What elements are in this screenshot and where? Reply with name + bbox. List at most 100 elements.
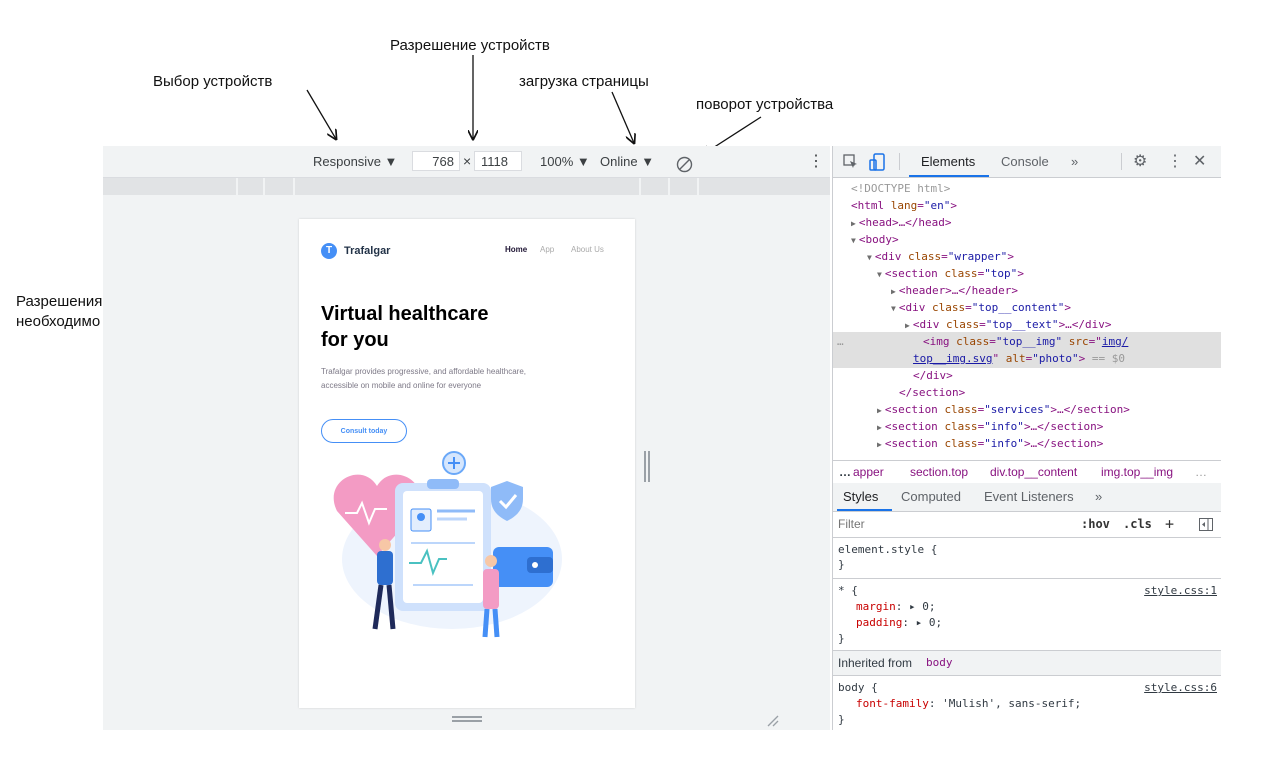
breadcrumb-overflow[interactable]: …	[1195, 461, 1207, 483]
toolbar-divider	[899, 153, 900, 170]
rule-close: }	[838, 558, 845, 571]
emulated-page: T Trafalgar Home App About Us Virtual he…	[299, 219, 635, 708]
dom-node-top-content[interactable]: ▼ <div class="top__content">	[891, 299, 1071, 317]
styles-tab-bar: Styles Computed Event Listeners »	[833, 483, 1221, 512]
dom-node-img-continued[interactable]: top__img.svg" alt="photo"> == $0	[913, 350, 1125, 367]
more-options-icon[interactable]: ⋮	[808, 146, 824, 177]
dom-close-div[interactable]: </div>	[913, 367, 953, 384]
devtools-tab-bar: Elements Console » ⚙ ⋮ ✕	[833, 146, 1221, 178]
breadcrumb-item[interactable]: apper	[853, 461, 884, 483]
device-select[interactable]: Responsive ▼	[313, 146, 397, 177]
rule-source-link[interactable]: style.css:6	[1144, 680, 1217, 696]
device-stage: T Trafalgar Home App About Us Virtual he…	[103, 195, 830, 730]
media-query-segment[interactable]	[699, 178, 830, 195]
breadcrumb: … apper section.top div.top__content img…	[833, 460, 1221, 484]
styles-filter-bar: :hov .cls +	[833, 512, 1221, 538]
rule-declaration[interactable]: padding: ▸ 0;	[856, 615, 942, 631]
dom-node-body[interactable]: ▼ <body>	[851, 231, 899, 249]
dom-close-section[interactable]: </section>	[899, 384, 965, 401]
style-rule-universal: * { style.css:1 margin: ▸ 0; padding: ▸ …	[833, 579, 1221, 651]
healthcare-illustration	[333, 451, 562, 638]
dom-node-section-info[interactable]: ▶ <section class="info">…</section>	[877, 435, 1103, 453]
device-toolbar-icon[interactable]	[869, 153, 885, 171]
resize-handle-right[interactable]	[644, 451, 651, 482]
tab-console[interactable]: Console	[1001, 146, 1049, 177]
zoom-select[interactable]: 100% ▼	[540, 146, 590, 177]
dom-node-wrapper[interactable]: ▼ <div class="wrapper">	[867, 248, 1014, 266]
toggle-sidebar-icon[interactable]	[1199, 518, 1213, 531]
consult-button[interactable]: Consult today	[321, 419, 407, 443]
tab-elements[interactable]: Elements	[921, 146, 975, 177]
dom-node-top-text[interactable]: ▶ <div class="top__text">…</div>	[905, 316, 1112, 334]
rule-selector[interactable]: body {	[838, 680, 878, 696]
devtools-panel: Elements Console » ⚙ ⋮ ✕ <!DOCTYPE html>…	[832, 146, 1221, 730]
resize-handle-bottom[interactable]	[452, 716, 482, 722]
filter-input[interactable]	[838, 515, 1058, 533]
dom-tree: <!DOCTYPE html> <html lang="en"> ▶ <head>…	[833, 178, 1221, 460]
nav-about-us[interactable]: About Us	[571, 245, 604, 254]
rule-declaration[interactable]: margin: ▸ 0;	[856, 599, 936, 615]
arrow-device-select	[306, 89, 336, 139]
media-query-segment[interactable]	[641, 178, 668, 195]
dom-doctype[interactable]: <!DOCTYPE html>	[851, 180, 950, 197]
more-tabs-icon[interactable]: »	[1095, 483, 1102, 511]
tab-styles[interactable]: Styles	[843, 483, 878, 511]
breadcrumb-overflow[interactable]: …	[839, 461, 851, 483]
dom-node-section-info[interactable]: ▶ <section class="info">…</section>	[877, 418, 1103, 436]
new-rule-button[interactable]: +	[1165, 512, 1174, 537]
media-query-segment[interactable]	[238, 178, 263, 195]
rule-declaration[interactable]: font-family: 'Mulish', sans-serif;	[856, 696, 1081, 712]
tab-computed[interactable]: Computed	[901, 483, 961, 511]
close-icon[interactable]: ✕	[1193, 146, 1206, 177]
dom-node-img-selected[interactable]: <img class="top__img" src="img/	[923, 333, 1128, 350]
media-query-segment[interactable]	[670, 178, 697, 195]
style-rule-body: body { style.css:6 font-family: 'Mulish'…	[833, 676, 1221, 730]
media-query-segment[interactable]	[103, 178, 236, 195]
settings-gear-icon[interactable]: ⚙	[1133, 146, 1147, 177]
dom-node-section-services[interactable]: ▶ <section class="services">…</section>	[877, 401, 1130, 419]
rotate-icon[interactable]	[676, 153, 693, 173]
breadcrumb-item-active[interactable]: img.top__img	[1101, 461, 1173, 483]
device-toolbar: Responsive ▼ 768 × 1118 100% ▼ Online ▼ …	[103, 146, 830, 178]
media-query-segment[interactable]	[295, 178, 639, 195]
inherited-from-header: Inherited from body	[833, 651, 1221, 676]
tab-event-listeners[interactable]: Event Listeners	[984, 483, 1074, 511]
inspect-element-icon[interactable]	[843, 154, 859, 170]
nav-app[interactable]: App	[540, 245, 554, 254]
height-input[interactable]: 1118	[474, 151, 522, 171]
breadcrumb-item[interactable]: section.top	[910, 461, 968, 483]
rule-source-link[interactable]: style.css:1	[1144, 583, 1217, 599]
more-tabs-icon[interactable]: »	[1071, 146, 1078, 177]
active-tab-indicator	[909, 175, 989, 177]
breadcrumb-item[interactable]: div.top__content	[990, 461, 1077, 483]
nav-home[interactable]: Home	[505, 245, 527, 254]
active-tab-indicator	[837, 509, 892, 511]
dom-node-html[interactable]: <html lang="en">	[851, 197, 957, 214]
inherited-element-link[interactable]: body	[926, 651, 953, 675]
node-actions-ellipsis[interactable]: …	[837, 333, 844, 350]
dom-node-head[interactable]: ▶ <head>…</head>	[851, 214, 952, 232]
class-toggle[interactable]: .cls	[1123, 512, 1152, 537]
width-input[interactable]: 768	[412, 151, 460, 171]
more-options-icon[interactable]: ⋮	[1167, 146, 1183, 177]
inherited-label: Inherited from	[838, 656, 913, 670]
resize-corner-icon[interactable]	[767, 715, 779, 727]
dom-node-section-top[interactable]: ▼ <section class="top">	[877, 265, 1024, 283]
rule-close: }	[838, 713, 845, 726]
hero-lead: Trafalgar provides progressive, and affo…	[321, 367, 527, 390]
logo-icon[interactable]: T	[321, 243, 337, 259]
dimension-separator: ×	[463, 153, 472, 169]
rule-selector[interactable]: element.style {	[838, 542, 937, 558]
style-rule-element: element.style { }	[833, 538, 1221, 579]
arrow-page-loading	[611, 91, 634, 143]
media-query-segment[interactable]	[265, 178, 293, 195]
rule-selector[interactable]: * {	[838, 583, 858, 599]
brand-name[interactable]: Trafalgar	[344, 243, 390, 259]
rule-close: }	[838, 632, 845, 645]
dom-node-header[interactable]: ▶ <header>…</header>	[891, 282, 1018, 300]
hero-headline: Virtual healthcare for you	[321, 303, 489, 351]
toolbar-divider	[1121, 153, 1122, 170]
hover-state-toggle[interactable]: :hov	[1081, 512, 1110, 537]
throttling-select[interactable]: Online ▼	[600, 146, 654, 177]
media-query-bar	[103, 178, 830, 195]
